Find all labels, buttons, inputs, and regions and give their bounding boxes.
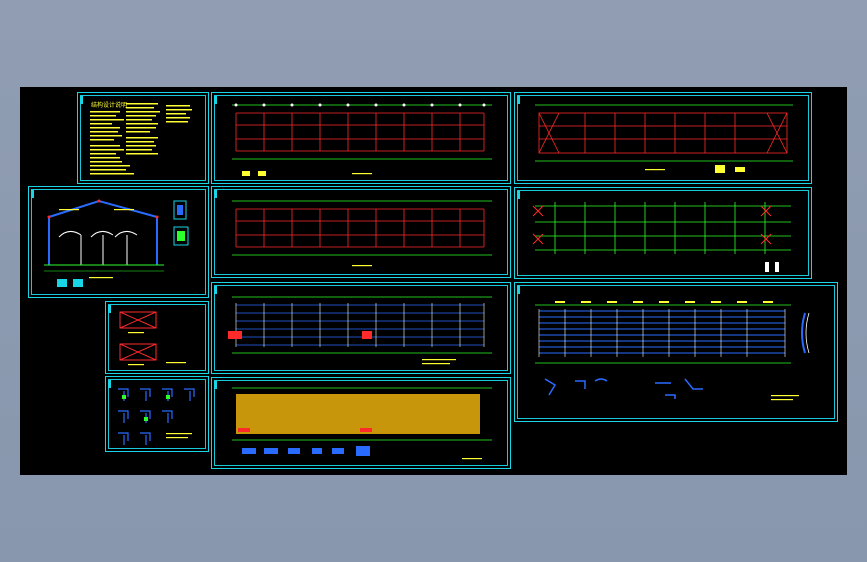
- frame-elevation-drawing: [31, 190, 189, 287]
- column-plan-grid: [214, 190, 492, 267]
- gable-bracing-drawing: [517, 191, 791, 272]
- sheet-gable-bracing[interactable]: [514, 187, 812, 279]
- bracing-detail-drawing: [108, 305, 186, 366]
- node-detail-drawing: [108, 380, 195, 445]
- sheet-roof-panel[interactable]: [211, 377, 511, 469]
- sheet-anchor-plan[interactable]: [211, 92, 511, 184]
- sheet-portal-frame[interactable]: [28, 186, 209, 298]
- sheet-wall-elevation[interactable]: [514, 92, 812, 184]
- cad-viewport[interactable]: 结构设计说明: [0, 0, 867, 562]
- wall-elevation-drawing: [517, 96, 793, 173]
- purlin-plan-grid: [214, 286, 492, 365]
- sheet-purlin-plan[interactable]: [211, 282, 511, 374]
- roof-panel-drawing: [214, 381, 492, 460]
- sheet-node-details[interactable]: [105, 376, 209, 452]
- sheet-general-notes[interactable]: 结构设计说明: [77, 92, 209, 184]
- anchor-plan-grid: [214, 96, 492, 176]
- notes-text-block: [80, 96, 192, 175]
- sheet-column-plan[interactable]: [211, 186, 511, 278]
- sheet-purlin-layout[interactable]: [514, 282, 838, 422]
- drawing-canvas[interactable]: 结构设计说明: [20, 87, 847, 475]
- purlin-layout-drawing: [517, 286, 810, 401]
- sheet-bracing-details[interactable]: [105, 301, 209, 374]
